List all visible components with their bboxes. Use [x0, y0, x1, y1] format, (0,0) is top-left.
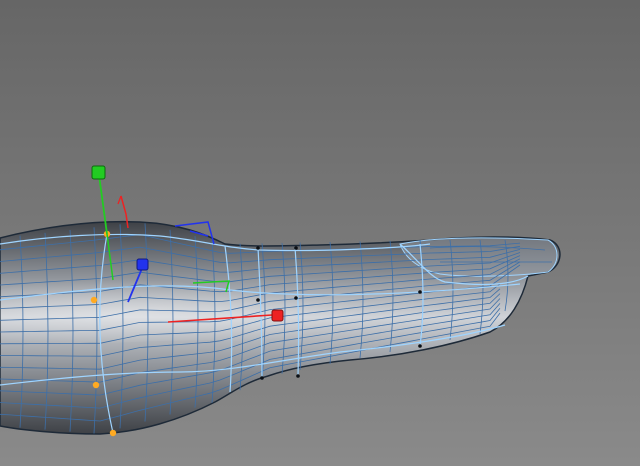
selected-vertex[interactable]	[90, 296, 98, 304]
mesh-vertex	[296, 374, 300, 378]
mesh-vertex	[418, 344, 422, 348]
green-square-handle-icon[interactable]	[91, 165, 106, 180]
selected-vertex[interactable]	[109, 429, 117, 437]
mesh-vertex	[256, 246, 260, 250]
mesh-vertex	[294, 246, 298, 250]
mesh-vertex	[256, 298, 260, 302]
blue-square-handle-icon[interactable]	[136, 258, 149, 271]
mesh-vertex	[418, 290, 422, 294]
viewport-canvas[interactable]	[0, 0, 640, 466]
mesh-vertex	[294, 296, 298, 300]
mesh-vertex	[260, 376, 264, 380]
selected-vertex[interactable]	[92, 381, 100, 389]
red-square-handle-icon[interactable]	[271, 309, 284, 322]
3d-viewport[interactable]	[0, 0, 640, 466]
